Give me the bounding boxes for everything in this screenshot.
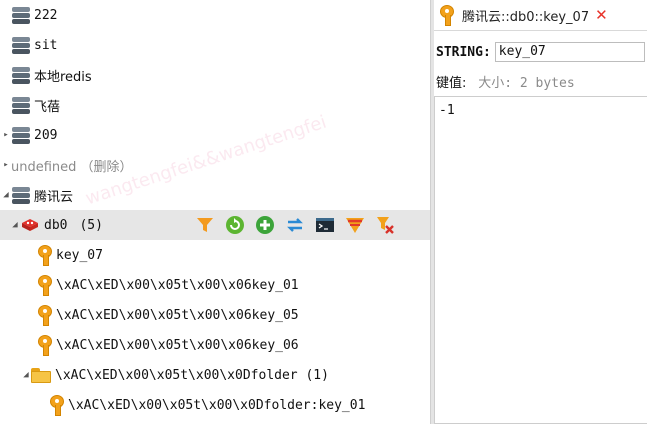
key-icon (50, 395, 64, 416)
db-label: db0 (44, 217, 68, 233)
server-label: 腾讯云 (34, 189, 74, 205)
key-item[interactable]: key_07 (0, 240, 430, 270)
key-item[interactable]: \xAC\xED\x00\x05t\x00\x06key_05 (0, 300, 430, 330)
server-label: 本地redis (34, 69, 92, 85)
connection-tree: 222 sit 本地redis 飞蓓 ▸ 209 ▸ undefined （删除… (0, 0, 430, 424)
server-item[interactable]: sit (0, 30, 430, 60)
key-label: key_07 (56, 247, 103, 263)
key-item[interactable]: \xAC\xED\x00\x05t\x00\x06key_06 (0, 330, 430, 360)
server-item[interactable]: ▸ undefined （删除） (0, 150, 430, 180)
key-editor-panel: 腾讯云::db0::key_07 ✕ STRING: key_07 键值: 大小… (434, 0, 647, 424)
server-item[interactable]: 飞蓓 (0, 90, 430, 120)
key-icon (38, 245, 52, 266)
reload-icon[interactable] (224, 214, 245, 235)
console-icon[interactable] (314, 214, 335, 235)
key-label: \xAC\xED\x00\x05t\x00\x06key_01 (56, 277, 299, 293)
key-label: \xAC\xED\x00\x05t\x00\x0Dfolder:key_01 (68, 397, 366, 413)
server-item[interactable]: ◢ 腾讯云 (0, 180, 430, 210)
server-icon (11, 36, 31, 54)
meta-row: 键值: 大小: 2 bytes (436, 72, 575, 91)
key-name-field[interactable]: key_07 (494, 42, 645, 62)
filter-icon[interactable] (194, 214, 215, 235)
add-key-icon[interactable] (254, 214, 275, 235)
key-label: \xAC\xED\x00\x05t\x00\x06key_05 (56, 307, 299, 323)
delete-db-icon[interactable] (374, 214, 395, 235)
server-icon (11, 126, 31, 144)
flush-db-icon[interactable] (344, 214, 365, 235)
rename-icon[interactable] (284, 214, 305, 235)
close-icon[interactable]: ✕ (595, 6, 608, 24)
server-label: 飞蓓 (34, 99, 61, 115)
tab-title: 腾讯云::db0::key_07 (462, 9, 590, 25)
key-icon (38, 305, 52, 326)
db-count: (5) (79, 217, 103, 233)
server-label: 209 (34, 127, 58, 143)
server-icon (11, 66, 31, 84)
size-text: 大小: 2 bytes (478, 76, 575, 91)
key-icon (440, 5, 454, 26)
value-text: -1 (439, 103, 455, 118)
tab-key-07[interactable]: 腾讯云::db0::key_07 ✕ (434, 0, 647, 31)
value-editor[interactable]: -1 (434, 96, 647, 424)
key-header: STRING: key_07 (434, 40, 645, 64)
folder-label: \xAC\xED\x00\x05t\x00\x0Dfolder (1) (55, 367, 329, 383)
expand-arrow[interactable]: ▸ (1, 130, 11, 140)
server-icon (11, 186, 31, 204)
meta-label: 键值: (436, 76, 467, 91)
key-icon (38, 335, 52, 356)
db-toolbar (194, 214, 404, 235)
collapse-arrow[interactable]: ◢ (21, 370, 31, 380)
key-label: \xAC\xED\x00\x05t\x00\x06key_06 (56, 337, 299, 353)
key-icon (38, 275, 52, 296)
collapse-arrow[interactable]: ◢ (10, 220, 20, 230)
server-item[interactable]: 本地redis (0, 60, 430, 90)
server-label: undefined （删除） (11, 159, 133, 175)
server-icon (11, 96, 31, 114)
folder-item[interactable]: ◢ \xAC\xED\x00\x05t\x00\x0Dfolder (1) (0, 360, 430, 390)
expand-arrow[interactable]: ▸ (1, 160, 11, 170)
redis-db-icon (22, 219, 38, 231)
type-label: STRING: (436, 44, 491, 60)
server-icon (11, 6, 31, 24)
server-item[interactable]: ▸ 209 (0, 120, 430, 150)
server-label: 222 (34, 7, 58, 23)
server-item[interactable]: 222 (0, 0, 430, 30)
key-item[interactable]: \xAC\xED\x00\x05t\x00\x06key_01 (0, 270, 430, 300)
folder-icon (31, 367, 51, 383)
key-item[interactable]: \xAC\xED\x00\x05t\x00\x0Dfolder:key_01 (0, 390, 430, 420)
server-label: sit (34, 37, 58, 53)
db-item[interactable]: ◢ db0 (5) (0, 210, 430, 240)
collapse-arrow[interactable]: ◢ (1, 190, 11, 200)
